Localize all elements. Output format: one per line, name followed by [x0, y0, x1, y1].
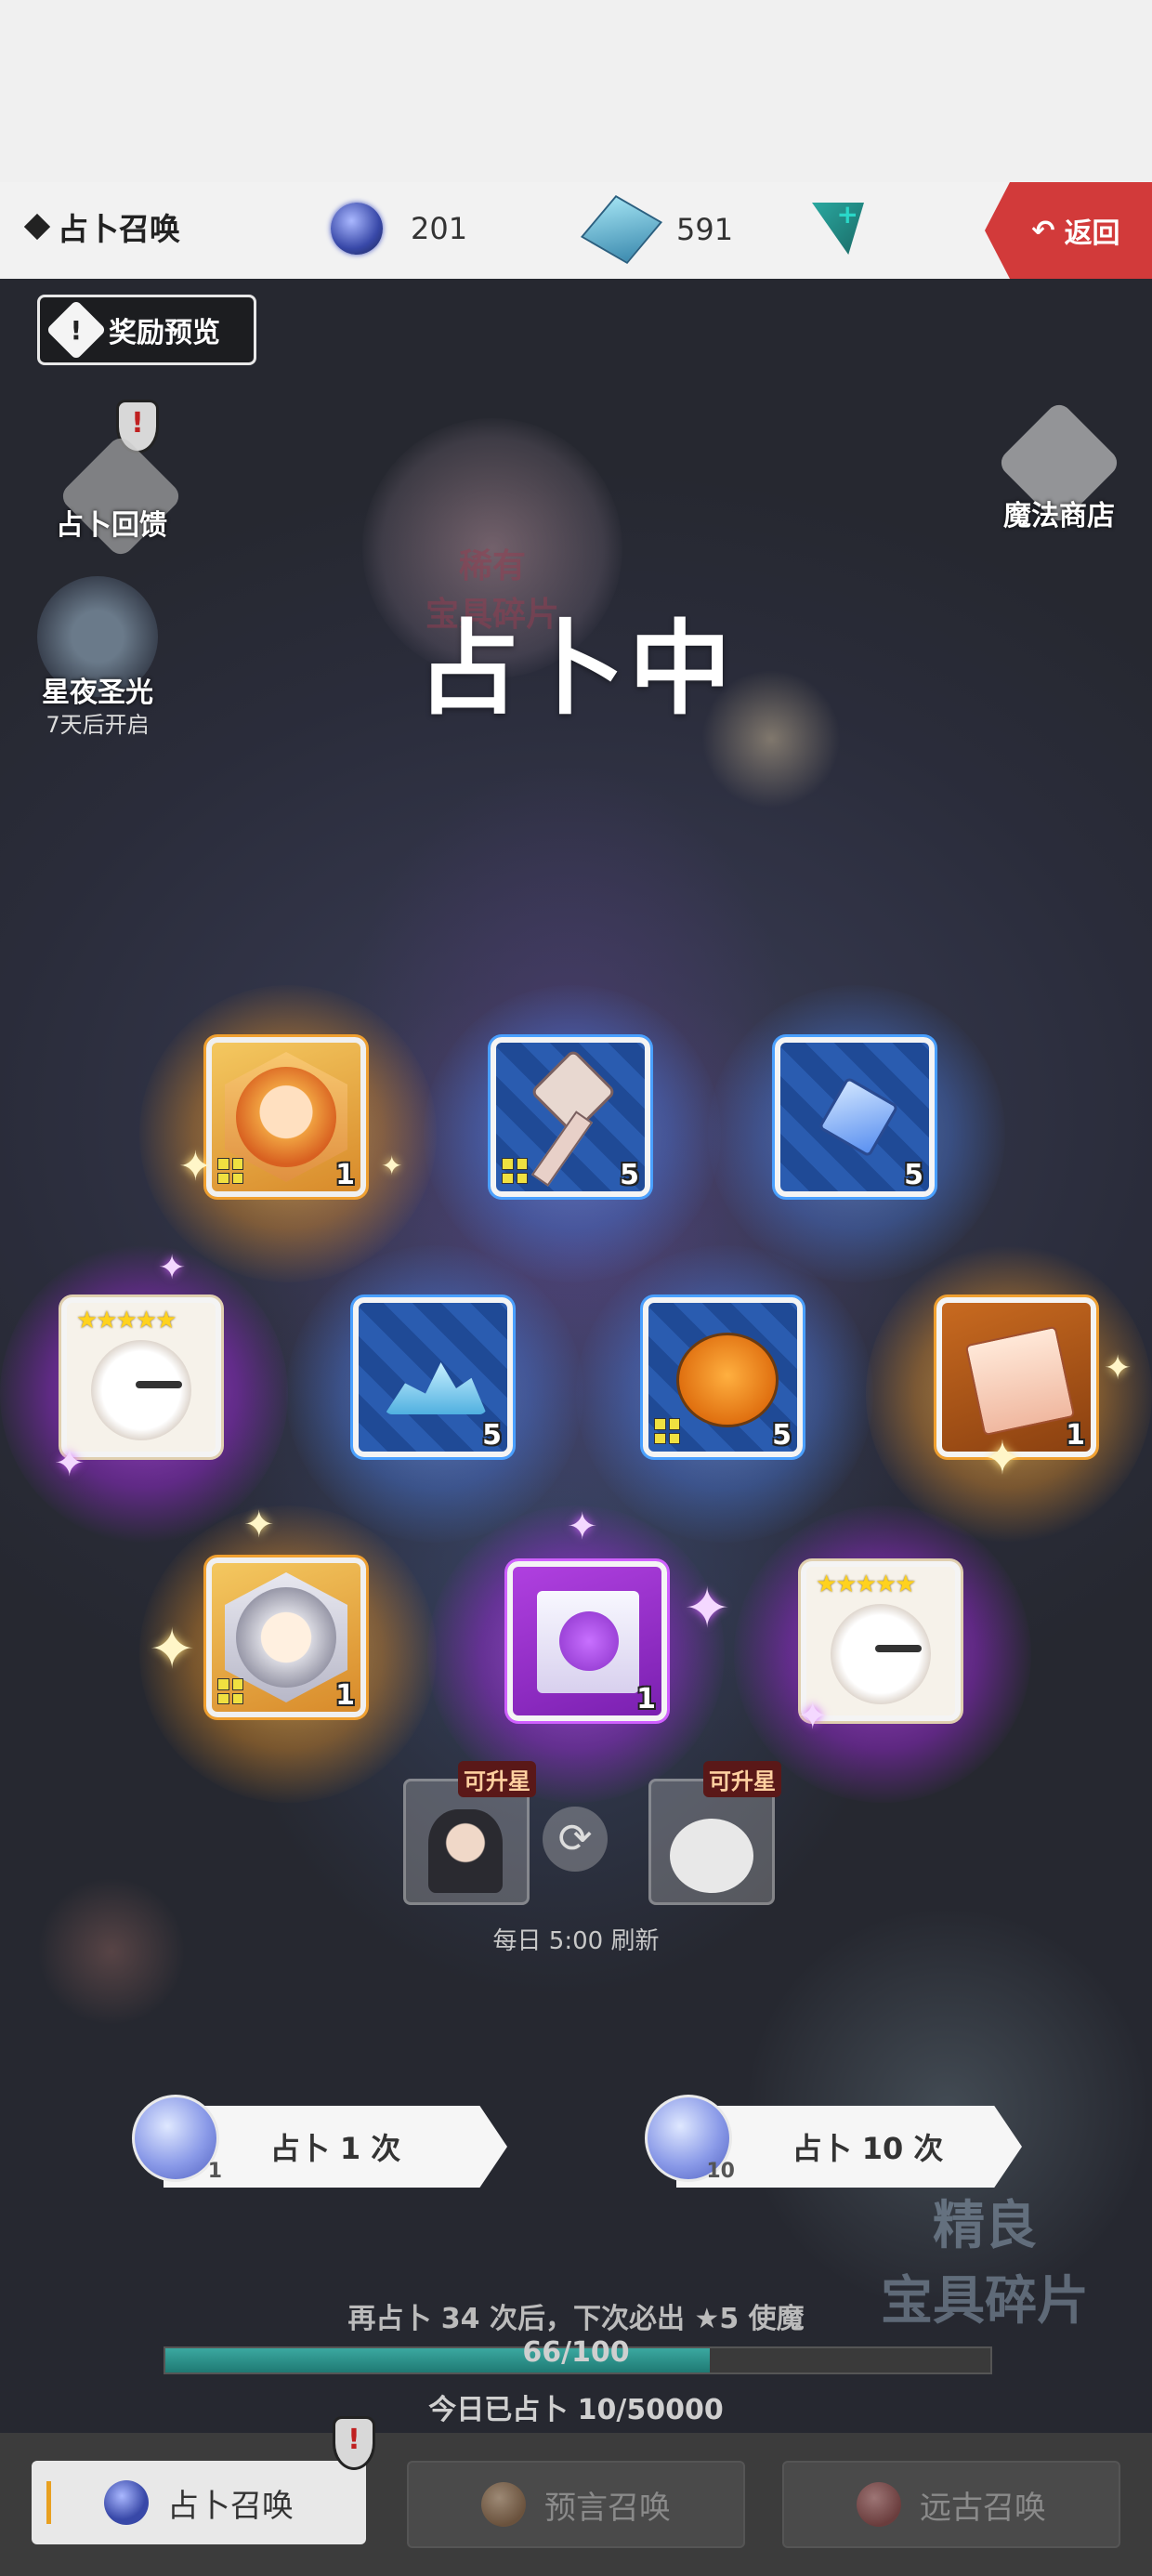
- sparkle-icon: ✦: [381, 1150, 403, 1181]
- result-card-8[interactable]: 1: [206, 1557, 366, 1717]
- reward-preview-label: 奖励预览: [109, 317, 220, 349]
- fragment-icon: [654, 1418, 680, 1444]
- draw-ten-label: 占卜 10 次: [792, 2131, 944, 2166]
- result-card-4[interactable]: ★★★★★: [61, 1297, 221, 1457]
- upgradable-pick-2[interactable]: 可升星: [648, 1761, 781, 1905]
- pumpkin-icon: [676, 1333, 779, 1427]
- divination-feedback-button[interactable]: ! 占卜回馈: [28, 400, 214, 559]
- tab-label: 远古召唤: [920, 2489, 1046, 2527]
- gem-icon: [580, 194, 663, 265]
- header-bar: 占卜召唤 201 591 + ↶ 返回: [0, 182, 1152, 279]
- daily-divination-count: 今日已占卜 10/50000: [428, 2394, 724, 2426]
- active-tab-indicator: [46, 2481, 51, 2524]
- orb-count: 201: [411, 211, 468, 246]
- bunny-portrait-icon: [91, 1340, 191, 1440]
- prophecy-orb-icon: [481, 2482, 526, 2527]
- gem-count: 591: [676, 212, 734, 247]
- sparkle-icon: ✦: [797, 1695, 829, 1738]
- star-rating: ★★★★★: [816, 1571, 917, 1598]
- sparkle-icon: ✦: [54, 1442, 85, 1485]
- exclamation-icon: !: [46, 299, 107, 361]
- upgradable-pick-1[interactable]: 可升星: [403, 1761, 536, 1905]
- draw-ten-cost: 10: [706, 2160, 735, 2183]
- slime-icon: [385, 1362, 487, 1414]
- page-title-text: 占卜召唤: [58, 211, 180, 247]
- feedback-label: 占卜回馈: [56, 509, 167, 542]
- pity-progress-label: 66/100: [522, 2336, 630, 2369]
- tab-ancient-summon[interactable]: 远古召唤: [782, 2461, 1120, 2548]
- status-bar-area: [0, 0, 1152, 182]
- hero-portrait-icon: [428, 1809, 503, 1893]
- tab-label: 占卜召唤: [167, 2487, 294, 2525]
- back-arrow-icon: ↶: [1031, 214, 1055, 247]
- result-card-9[interactable]: 1: [507, 1561, 667, 1721]
- sparkle-icon: ✦: [1104, 1349, 1132, 1387]
- result-card-5[interactable]: 5: [353, 1297, 513, 1457]
- draw-once-cost: 1: [207, 2160, 222, 2183]
- draw-ten-orb-icon: 10: [645, 2095, 735, 2183]
- result-count: 5: [482, 1419, 502, 1452]
- map-emblem: [559, 1611, 619, 1671]
- sparkle-icon: ✦: [567, 1505, 598, 1548]
- result-card-6[interactable]: 5: [643, 1297, 803, 1457]
- result-card-2[interactable]: 5: [491, 1037, 650, 1197]
- crystal-icon: [818, 1076, 899, 1158]
- tab-label: 预言召唤: [544, 2489, 671, 2527]
- result-count: 5: [904, 1159, 923, 1191]
- result-count: 5: [772, 1419, 792, 1452]
- divining-status: 占卜中: [417, 610, 735, 729]
- back-button[interactable]: ↶ 返回: [985, 182, 1152, 279]
- summon-tab-bar: 占卜召唤 ! 预言召唤 远古召唤: [0, 2416, 1152, 2576]
- diamond-bullet-icon: [23, 213, 51, 241]
- result-count: 1: [335, 1679, 355, 1712]
- upgradable-badge: 可升星: [458, 1761, 536, 1797]
- result-card-3[interactable]: 5: [775, 1037, 935, 1197]
- magic-shop-label: 魔法商店: [1003, 500, 1115, 532]
- crystal-orb-icon: [104, 2480, 149, 2525]
- back-label: 返回: [1064, 217, 1120, 250]
- result-count: 1: [636, 1683, 656, 1715]
- fragment-icon: [217, 1678, 243, 1704]
- draw-once-label: 占卜 1 次: [269, 2131, 401, 2166]
- result-count: 1: [335, 1159, 355, 1191]
- sparkle-icon: ✦: [178, 1143, 213, 1190]
- tab-divination-summon[interactable]: 占卜召唤: [32, 2461, 366, 2544]
- daily-refresh-text: 每日 5:00 刷新: [492, 1927, 660, 1955]
- pity-counter-text: 再占卜 34 次后，下次必出 ★5 使魔: [347, 2303, 805, 2335]
- upgradable-badge: 可升星: [703, 1761, 781, 1797]
- sparkle-icon: ✦: [983, 1431, 1022, 1485]
- page-title: 占卜召唤: [23, 204, 180, 249]
- sparkle-icon: ✦: [158, 1249, 187, 1287]
- divination-scene: 稀有 宝具碎片 精良 宝具碎片 ! 奖励预览 ! 占卜回馈 星夜圣光 7天后开启…: [0, 279, 1152, 2433]
- sparkle-icon: ✦: [149, 1617, 196, 1682]
- plus-icon: +: [812, 203, 864, 255]
- ancient-orb-icon: [857, 2482, 901, 2527]
- orb-currency: 201: [331, 203, 467, 255]
- sparkle-icon: ✦: [243, 1504, 275, 1546]
- gem-currency: 591: [580, 194, 734, 265]
- scroll-icon: [964, 1325, 1076, 1437]
- fragment-icon: [502, 1158, 528, 1184]
- result-card-1[interactable]: 1: [206, 1037, 366, 1197]
- reward-preview-button[interactable]: ! 奖励预览: [37, 295, 256, 365]
- magic-shop-button[interactable]: 魔法商店: [975, 400, 1143, 532]
- hero-portrait-icon: [236, 1587, 336, 1688]
- bunny-portrait-icon: [670, 1819, 753, 1893]
- bunny-eyes: [875, 1645, 922, 1652]
- result-count: 1: [1066, 1419, 1085, 1452]
- tab-prophecy-summon[interactable]: 预言召唤: [407, 2461, 745, 2548]
- draw-once-orb-icon: 1: [132, 2095, 222, 2183]
- hero-portrait-icon: [236, 1067, 336, 1167]
- sparkle-icon: ✦: [684, 1576, 731, 1641]
- refresh-icon[interactable]: ⟳: [543, 1807, 608, 1872]
- alert-badge-icon: !: [333, 2416, 375, 2470]
- add-currency-button[interactable]: +: [812, 203, 864, 255]
- result-count: 5: [620, 1159, 639, 1191]
- star-rating: ★★★★★: [76, 1307, 177, 1334]
- bunny-portrait-icon: [831, 1604, 931, 1704]
- fragment-icon: [217, 1158, 243, 1184]
- bunny-eyes: [136, 1381, 182, 1388]
- crystal-orb-icon: [331, 203, 383, 255]
